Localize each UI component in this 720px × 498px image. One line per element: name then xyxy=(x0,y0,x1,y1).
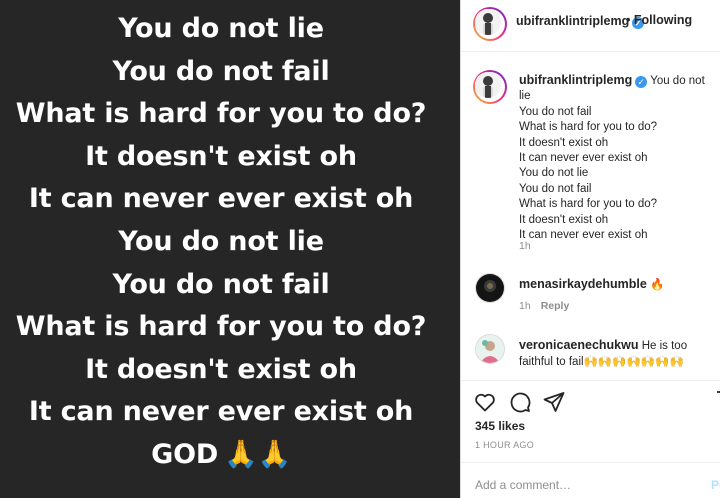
story-ring[interactable] xyxy=(473,70,507,104)
post-header: ubifranklintriplemg ✓ • Following xyxy=(461,0,720,52)
caption-line: You do not fail xyxy=(519,182,592,195)
lyric-line-last: GOD 🙏🙏 xyxy=(0,434,442,477)
comment-time: 1h xyxy=(519,300,531,312)
header-username[interactable]: ubifranklintriplemg ✓ xyxy=(516,14,645,29)
add-comment-input[interactable]: Add a comment… xyxy=(475,478,571,492)
lyric-line: What is hard for you to do? xyxy=(15,311,427,343)
lyric-line: You do not fail xyxy=(112,55,330,87)
commenter-username[interactable]: veronicaenechukwu xyxy=(519,338,639,352)
caption-line: It doesn't exist oh xyxy=(519,136,609,149)
comment-body: 🔥 xyxy=(650,279,665,291)
praying-hands-emoji: 🙏🙏 xyxy=(224,438,291,470)
caption-line: What is hard for you to do? xyxy=(519,198,658,211)
lyric-line: It doesn't exist oh xyxy=(85,353,357,385)
lyric-line: What is hard for you to do? xyxy=(15,98,427,130)
lyric-line: It can never ever exist oh xyxy=(28,396,414,428)
share-icon[interactable] xyxy=(542,390,566,414)
bookmark-icon[interactable] xyxy=(714,390,720,414)
lyrics-text: You do not lie You do not fail What is h… xyxy=(0,8,442,477)
lyric-line: You do not fail xyxy=(112,268,330,300)
caption-time: 1h xyxy=(519,240,531,252)
reply-button[interactable]: Reply xyxy=(541,300,570,312)
caption-line: It can never ever exist oh xyxy=(519,229,648,242)
likes-count[interactable]: 345 likes xyxy=(475,419,525,433)
caption-line: It doesn't exist oh xyxy=(519,213,609,226)
caption-line: It can never ever exist oh xyxy=(519,152,648,165)
commenter-avatar[interactable] xyxy=(475,273,505,303)
caption-line: What is hard for you to do? xyxy=(519,121,658,134)
following-button[interactable]: Following xyxy=(634,13,692,27)
follow-status[interactable]: • Following xyxy=(626,13,692,27)
caption-username[interactable]: ubifranklintriplemg xyxy=(519,73,632,87)
caption-line: You do not fail xyxy=(519,105,592,118)
post-image[interactable]: You do not lie You do not fail What is h… xyxy=(0,0,460,498)
post-side-panel: ubifranklintriplemg ✓ • Following ubifran… xyxy=(461,0,720,498)
caption-text: ubifranklintriplemg ✓ You do not lie You … xyxy=(519,73,719,243)
username-text[interactable]: ubifranklintriplemg xyxy=(516,14,629,28)
commenter-username[interactable]: menasirkaydehumble xyxy=(519,277,647,291)
lyric-line: It can never ever exist oh xyxy=(28,183,414,215)
story-ring[interactable] xyxy=(473,7,507,41)
commenter-avatar[interactable] xyxy=(475,334,505,364)
post-button[interactable]: Post xyxy=(711,478,720,492)
god-text: GOD xyxy=(151,438,219,470)
comment-text: menasirkaydehumble 🔥 xyxy=(519,276,709,293)
comment-meta: 1h Reply xyxy=(519,300,569,312)
caption-line: You do not lie xyxy=(519,167,589,180)
avatar[interactable] xyxy=(475,9,501,35)
posted-time[interactable]: 1 HOUR AGO xyxy=(475,440,534,450)
comment-text: veronicaenechukwu He is too faithful to … xyxy=(519,337,709,370)
lyric-line: You do not lie xyxy=(118,225,324,257)
verified-badge-icon: ✓ xyxy=(635,76,648,88)
divider xyxy=(461,462,720,463)
lyric-line: It doesn't exist oh xyxy=(85,140,357,172)
separator-dot: • xyxy=(626,13,631,27)
lyric-line: You do not lie xyxy=(118,13,324,44)
comment-icon[interactable] xyxy=(508,390,532,414)
divider xyxy=(461,380,720,381)
heart-icon[interactable] xyxy=(473,390,497,414)
avatar[interactable] xyxy=(475,72,501,98)
